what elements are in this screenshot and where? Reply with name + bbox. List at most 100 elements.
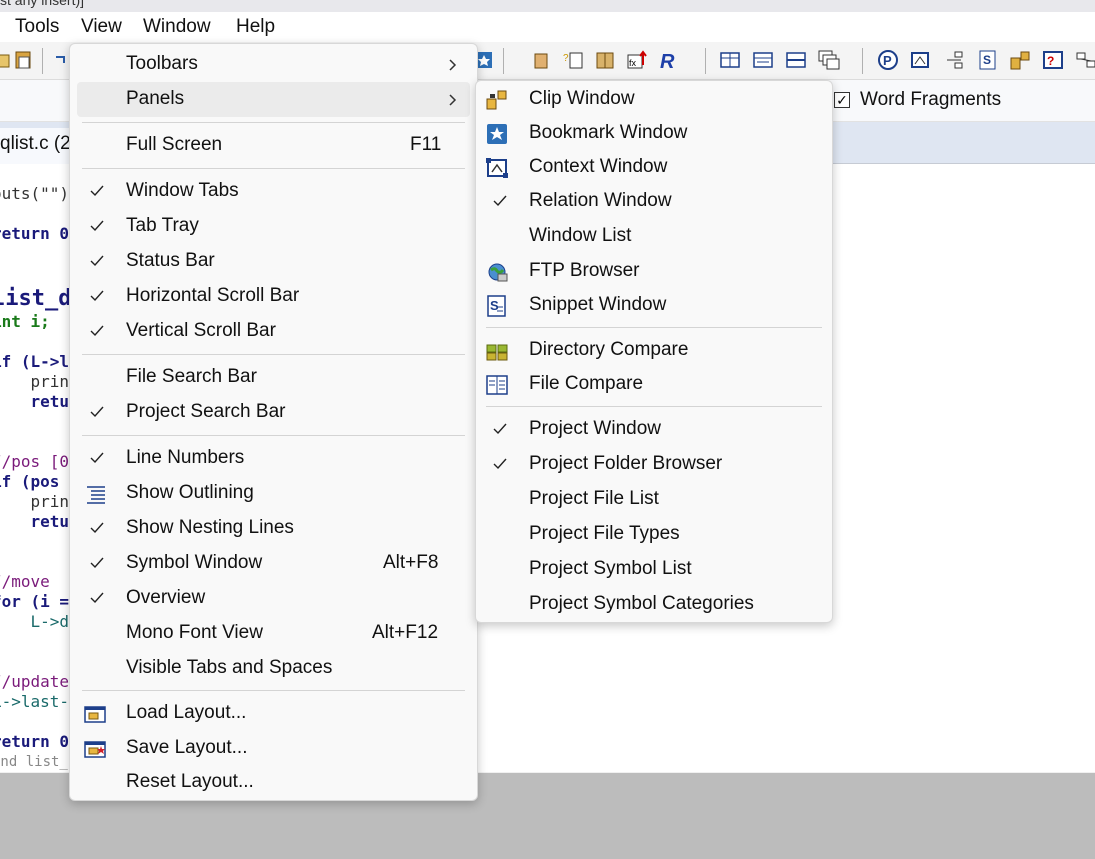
menu-item-shortcut: Alt+F8 [383, 552, 439, 573]
menu-window[interactable]: Window [141, 16, 213, 38]
menu-item-ftp-browser[interactable]: FTP Browser [476, 254, 832, 289]
toolbar-clip-icon[interactable] [1009, 49, 1031, 71]
menu-item-horizontal-scroll-bar[interactable]: Horizontal Scroll Bar [70, 279, 477, 314]
word-fragments-checkbox[interactable]: ✓ [834, 92, 850, 108]
checkmark-icon [90, 557, 104, 569]
menu-item-overview[interactable]: Overview [70, 581, 477, 616]
menu-item-save-layout[interactable]: Save Layout... [70, 731, 477, 766]
checkmark-icon [493, 423, 507, 435]
outline-icon [87, 486, 105, 504]
menu-item-toolbars[interactable]: Toolbars [70, 47, 477, 82]
code-line: prin [30, 372, 70, 391]
load-layout-icon [84, 706, 106, 723]
toolbar-cascade-icon[interactable] [818, 49, 840, 71]
menu-item-label: Visible Tabs and Spaces [126, 657, 333, 678]
menu-item-label: Line Numbers [126, 447, 245, 468]
menu-item-reset-layout[interactable]: Reset Layout... [70, 765, 477, 800]
menu-help[interactable]: Help [234, 16, 277, 38]
menu-item-file-search-bar[interactable]: File Search Bar [70, 360, 477, 395]
menu-item-project-symbol-list[interactable]: Project Symbol List [476, 552, 832, 587]
menu-item-panels[interactable]: Panels [77, 82, 470, 117]
toolbar-network-icon[interactable] [1075, 49, 1095, 71]
menu-item-label: File Compare [529, 373, 644, 394]
menu-item-project-window[interactable]: Project Window [476, 412, 832, 447]
menu-item-project-file-list[interactable]: Project File List [476, 482, 832, 517]
code-line: for (i = [0, 592, 70, 611]
menu-item-window-tabs[interactable]: Window Tabs [70, 174, 477, 209]
bookmark-window-icon [487, 124, 507, 144]
menu-item-mono-font-view[interactable]: Mono Font View Alt+F12 [70, 616, 477, 651]
toolbar-relation-icon[interactable]: R [658, 49, 680, 71]
menu-item-label: Project Search Bar [126, 401, 286, 422]
menu-item-clip-window[interactable]: Clip Window [476, 82, 832, 117]
menu-item-label: Context Window [529, 156, 668, 177]
chevron-right-icon [449, 94, 457, 106]
toolbar-book-icon[interactable] [594, 49, 616, 71]
menu-item-project-folder-browser[interactable]: Project Folder Browser [476, 447, 832, 482]
toolbar-project-icon[interactable]: P [877, 49, 899, 71]
menu-item-file-compare[interactable]: File Compare [476, 367, 832, 402]
svg-text:S: S [983, 53, 991, 67]
menu-tools[interactable]: Tools [13, 16, 61, 38]
menu-item-show-nesting-lines[interactable]: Show Nesting Lines [70, 511, 477, 546]
code-line: retu [30, 392, 70, 411]
menu-item-label: Toolbars [126, 53, 198, 74]
menu-item-label: Window List [529, 225, 632, 246]
menu-item-label: File Search Bar [126, 366, 257, 387]
menu-item-label: Tab Tray [126, 215, 199, 236]
code-line: if (L->l [0, 352, 70, 371]
tab-file-label: qlist.c (2- [0, 133, 78, 154]
toolbar-help-icon[interactable]: ? [1042, 49, 1064, 71]
title-bar: st any insert)] [0, 0, 1095, 12]
menu-item-symbol-window[interactable]: Symbol Window Alt+F8 [70, 546, 477, 581]
menu-view[interactable]: View [79, 16, 124, 38]
menu-item-project-search-bar[interactable]: Project Search Bar [70, 395, 477, 430]
menu-item-snippet-window[interactable]: S Snippet Window [476, 288, 832, 323]
code-line: int i; [0, 312, 50, 331]
menu-item-label: Snippet Window [529, 294, 667, 315]
svg-text:?: ? [563, 53, 569, 64]
menu-item-line-numbers[interactable]: Line Numbers [70, 441, 477, 476]
checkmark-icon [90, 325, 104, 337]
toolbar-paste-icon[interactable] [12, 49, 34, 71]
menu-item-project-file-types[interactable]: Project File Types [476, 517, 832, 552]
toolbar-context-icon[interactable] [909, 49, 931, 71]
menu-item-load-layout[interactable]: Load Layout... [70, 696, 477, 731]
checkmark-icon [90, 406, 104, 418]
menu-item-label: Full Screen [126, 134, 223, 155]
code-line: retu [30, 512, 70, 531]
toolbar-hand-icon[interactable] [530, 49, 552, 71]
menu-item-label: Project Window [529, 418, 661, 439]
menu-item-vertical-scroll-bar[interactable]: Vertical Scroll Bar [70, 314, 477, 349]
checkmark-icon [493, 195, 507, 207]
toolbar-tile-horizontal-icon[interactable] [752, 49, 774, 71]
menu-item-project-symbol-categories[interactable]: Project Symbol Categories [476, 587, 832, 622]
menu-item-visible-tabs-and-spaces[interactable]: Visible Tabs and Spaces [70, 651, 477, 686]
toolbar-tree-icon[interactable] [943, 49, 965, 71]
view-menu: Toolbars Panels Full Screen F11 Window T… [69, 43, 478, 801]
toolbar-function-icon[interactable]: fx [626, 49, 648, 71]
menu-item-relation-window[interactable]: Relation Window [476, 184, 832, 219]
svg-text:?: ? [1047, 54, 1054, 68]
directory-compare-icon [486, 344, 508, 361]
menu-item-context-window[interactable]: Context Window [476, 150, 832, 185]
menu-item-status-bar[interactable]: Status Bar [70, 244, 477, 279]
checkmark-icon [90, 185, 104, 197]
toolbar-snippet-icon[interactable]: S [977, 49, 999, 71]
menu-item-tab-tray[interactable]: Tab Tray [70, 209, 477, 244]
toolbar-tile-icon[interactable] [719, 49, 741, 71]
menu-item-show-outlining[interactable]: Show Outlining [70, 476, 477, 511]
menu-item-bookmark-window[interactable]: Bookmark Window [476, 116, 832, 151]
menu-item-label: Show Outlining [126, 482, 254, 503]
menu-item-window-list[interactable]: Window List [476, 219, 832, 254]
chevron-right-icon [449, 59, 457, 71]
menu-item-directory-compare[interactable]: Directory Compare [476, 333, 832, 368]
toolbar-tile-vertical-icon[interactable] [785, 49, 807, 71]
checkmark-icon [90, 220, 104, 232]
menu-item-label: FTP Browser [529, 260, 640, 281]
toolbar-lookup-icon[interactable]: ? [562, 49, 584, 71]
menu-item-full-screen[interactable]: Full Screen F11 [70, 128, 477, 163]
menu-item-label: Project Symbol Categories [529, 593, 754, 614]
code-line: L->last- [0, 692, 70, 711]
menu-separator [82, 690, 465, 691]
